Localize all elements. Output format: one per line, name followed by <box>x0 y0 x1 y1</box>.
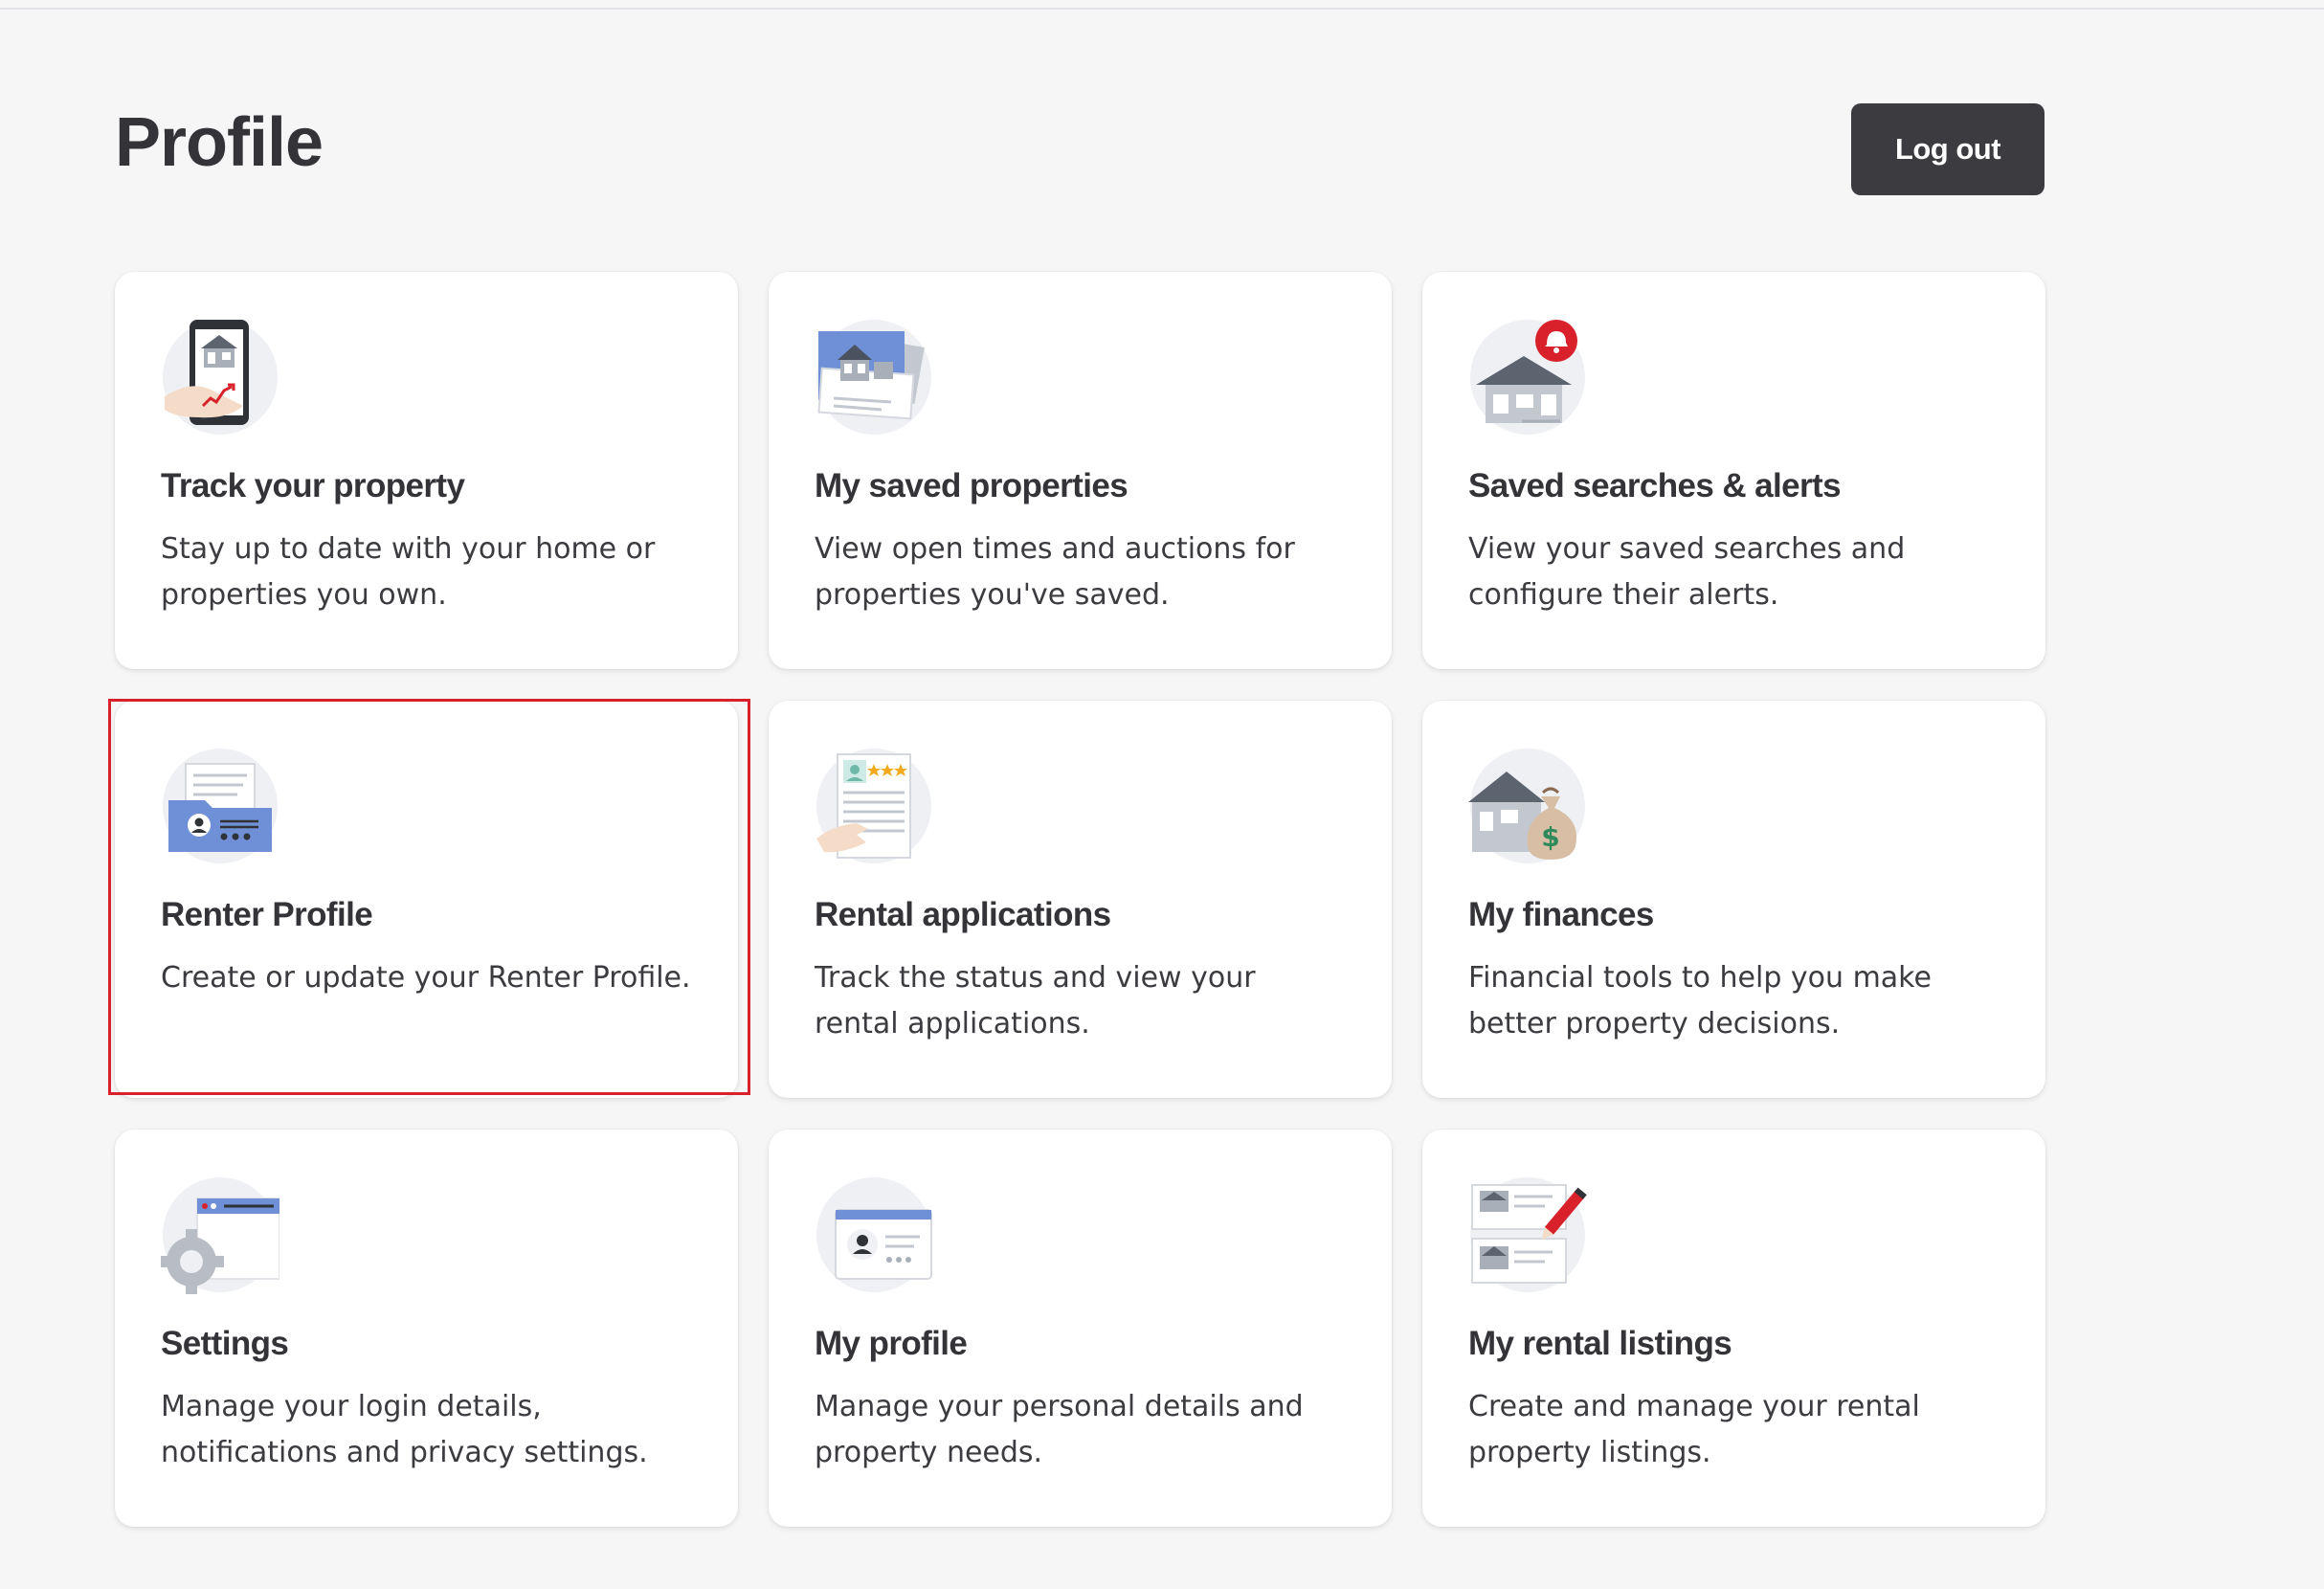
card-title: Rental applications <box>815 896 1111 933</box>
card-my-profile[interactable]: My profile Manage your personal details … <box>769 1130 1392 1527</box>
renter-folder-icon <box>161 747 279 865</box>
card-saved-searches[interactable]: Saved searches & alerts View your saved … <box>1422 272 2045 669</box>
card-title: My finances <box>1468 896 1654 933</box>
card-track-property[interactable]: Track your property Stay up to date with… <box>115 272 738 669</box>
saved-properties-icon <box>815 318 933 436</box>
card-title: Settings <box>161 1325 289 1362</box>
house-alert-icon <box>1468 318 1587 436</box>
svg-text:$: $ <box>1541 821 1559 853</box>
card-saved-properties[interactable]: My saved properties View open times and … <box>769 272 1392 669</box>
card-description: Manage your login details, notifications… <box>161 1390 648 1469</box>
card-rental-listings[interactable]: My rental listings Create and manage you… <box>1422 1130 2045 1527</box>
card-description: View your saved searches and configure t… <box>1468 532 1906 612</box>
tracking-phone-icon <box>161 318 279 436</box>
card-renter-profile[interactable]: Renter Profile Create or update your Ren… <box>108 699 750 1098</box>
page-title: Profile <box>115 104 324 181</box>
application-document-icon <box>815 747 933 865</box>
card-description: Manage your personal details and propert… <box>815 1390 1304 1469</box>
card-title: My profile <box>815 1325 968 1362</box>
card-description: Create and manage your rental property l… <box>1468 1390 1920 1469</box>
card-description: Track the status and view your rental ap… <box>815 961 1256 1041</box>
card-description: Financial tools to help you make better … <box>1468 961 1932 1041</box>
card-description: Stay up to date with your home or proper… <box>161 532 656 612</box>
listing-edit-icon <box>1468 1175 1587 1294</box>
card-description: View open times and auctions for propert… <box>815 532 1295 612</box>
logout-button[interactable]: Log out <box>1851 103 2045 195</box>
card-my-finances[interactable]: $ My finances Financial tools to help yo… <box>1422 701 2045 1098</box>
card-title: Track your property <box>161 467 465 504</box>
profile-card-icon <box>815 1175 933 1294</box>
settings-gear-icon <box>161 1175 279 1294</box>
card-description: Create or update your Renter Profile. <box>161 961 691 995</box>
house-money-icon: $ <box>1468 747 1587 865</box>
card-title: My saved properties <box>815 467 1128 504</box>
profile-card-grid: Track your property Stay up to date with… <box>108 272 2045 1527</box>
card-title: Saved searches & alerts <box>1468 467 1842 504</box>
card-settings[interactable]: Settings Manage your login details, noti… <box>115 1130 738 1527</box>
card-title: My rental listings <box>1468 1325 1732 1362</box>
card-title: Renter Profile <box>161 896 373 933</box>
card-rental-applications[interactable]: Rental applications Track the status and… <box>769 701 1392 1098</box>
top-divider <box>0 0 2324 10</box>
